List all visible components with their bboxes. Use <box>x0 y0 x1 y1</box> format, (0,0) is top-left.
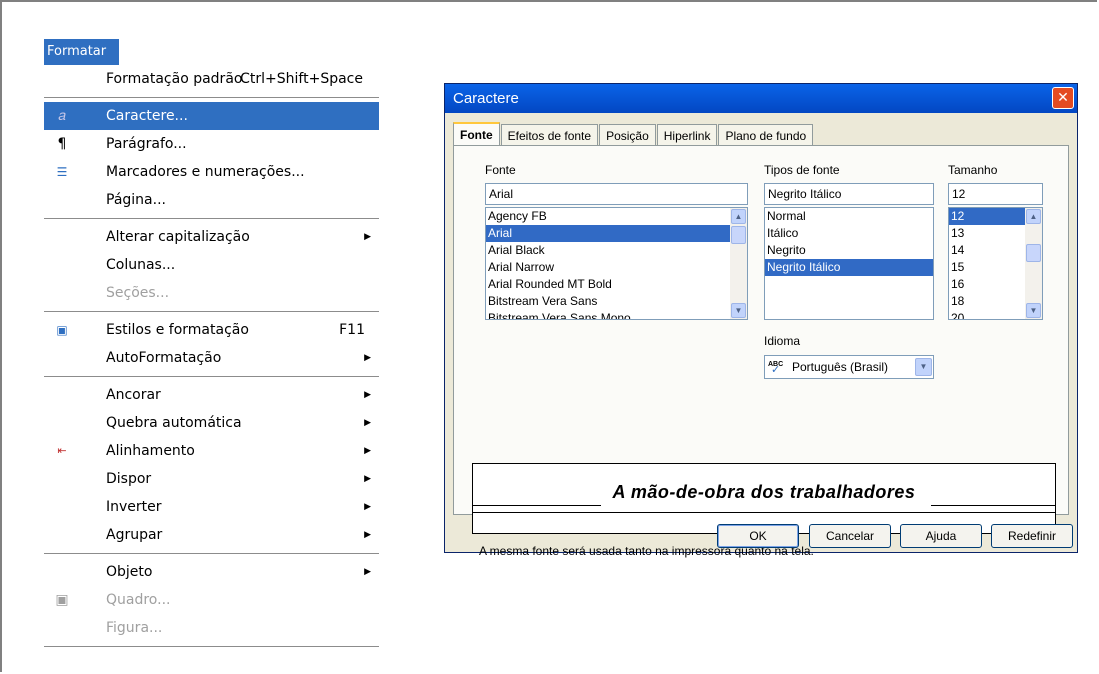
menu-item-paragraph[interactable]: ¶ Parágrafo... <box>44 130 379 158</box>
scroll-thumb[interactable] <box>1026 244 1041 262</box>
menu-item-styles-formatting[interactable]: ▣ Estilos e formatação F11 <box>44 316 379 344</box>
font-size-label: Tamanho <box>948 163 998 177</box>
submenu-arrow-icon: ▶ <box>364 232 371 242</box>
font-tab-panel: Fonte Arial Agency FB Arial Arial Black … <box>453 145 1069 558</box>
menu-item-bullets-numbering[interactable]: ☰ Marcadores e numerações... <box>44 158 379 186</box>
dialog-title: Caractere <box>453 90 519 107</box>
preview-text: A mão-de-obra dos trabalhadores <box>612 482 916 502</box>
preview-underline-left <box>473 505 601 506</box>
checkmark-icon: ✓ <box>771 364 781 376</box>
ok-button[interactable]: OK <box>717 524 799 548</box>
scroll-down-icon[interactable]: ▼ <box>731 303 746 318</box>
font-style-list[interactable]: Normal Itálico Negrito Negrito Itálico <box>764 207 934 320</box>
list-item[interactable]: Itálico <box>765 225 933 242</box>
list-item[interactable]: Arial Black <box>486 242 747 259</box>
menu-separator <box>44 376 379 377</box>
menu-item-picture: Figura... <box>106 620 163 636</box>
list-item[interactable]: Arial <box>486 225 747 242</box>
frame-icon: ▣ <box>55 592 69 608</box>
menu-separator <box>44 97 379 98</box>
menu-separator <box>44 311 379 312</box>
menu-item-alignment[interactable]: ⇤ Alinhamento ▶ <box>44 437 379 465</box>
character-icon: 𝑎 <box>58 108 66 124</box>
scroll-thumb[interactable] <box>731 226 746 244</box>
menu-item-wrap[interactable]: Quebra automática ▶ <box>44 409 379 437</box>
menu-item-page[interactable]: Página... <box>44 186 379 214</box>
cancel-button[interactable]: Cancelar <box>809 524 891 548</box>
menu-separator <box>44 218 379 219</box>
scroll-down-icon[interactable]: ▼ <box>1026 303 1041 318</box>
list-item[interactable]: Agency FB <box>486 208 747 225</box>
scroll-up-icon[interactable]: ▲ <box>1026 209 1041 224</box>
font-style-input[interactable]: Negrito Itálico <box>764 183 934 205</box>
alignment-icon: ⇤ <box>57 444 67 457</box>
chevron-down-icon[interactable]: ▼ <box>915 358 932 376</box>
menu-item-object[interactable]: Objeto ▶ <box>44 558 379 586</box>
language-select[interactable]: ABC ✓ Português (Brasil) ▼ <box>764 355 934 379</box>
menu-item-change-case[interactable]: Alterar capitalização ▶ <box>44 223 379 251</box>
submenu-arrow-icon: ▶ <box>364 418 371 428</box>
submenu-arrow-icon: ▶ <box>364 567 371 577</box>
character-dialog: Caractere ✕ Fonte Efeitos de fonte Posiç… <box>444 83 1078 558</box>
format-menu: Formatação padrão Ctrl+Shift+Space 𝑎 Car… <box>44 65 379 651</box>
submenu-arrow-icon: ▶ <box>364 530 371 540</box>
menu-item-columns[interactable]: Colunas... <box>44 251 379 279</box>
language-label: Idioma <box>764 334 801 348</box>
menu-title-formatar[interactable]: Formatar <box>44 39 119 65</box>
list-item[interactable]: Negrito Itálico <box>765 259 933 276</box>
menu-item-arrange[interactable]: Dispor ▶ <box>44 465 379 493</box>
list-item[interactable]: Bitstream Vera Sans <box>486 293 747 310</box>
reset-button[interactable]: Redefinir <box>991 524 1073 548</box>
close-icon[interactable]: ✕ <box>1052 87 1074 109</box>
submenu-arrow-icon: ▶ <box>364 446 371 456</box>
menu-item-anchor[interactable]: Ancorar ▶ <box>44 381 379 409</box>
help-button[interactable]: Ajuda <box>900 524 982 548</box>
font-name-list[interactable]: Agency FB Arial Arial Black Arial Narrow… <box>485 207 748 320</box>
menu-item-character[interactable]: 𝑎 Caractere... <box>44 102 379 130</box>
list-item[interactable]: Arial Narrow <box>486 259 747 276</box>
menu-item-default-formatting[interactable]: Formatação padrão Ctrl+Shift+Space <box>44 65 379 93</box>
submenu-arrow-icon: ▶ <box>364 390 371 400</box>
tab-background[interactable]: Plano de fundo <box>718 124 814 147</box>
menu-item-autoformat[interactable]: AutoFormatação ▶ <box>44 344 379 372</box>
font-name-input[interactable]: Arial <box>485 183 748 205</box>
font-style-label: Tipos de fonte <box>764 163 840 177</box>
tab-font-effects[interactable]: Efeitos de fonte <box>500 124 599 147</box>
font-size-input[interactable]: 12 <box>948 183 1043 205</box>
tab-strip: Fonte Efeitos de fonte Posição Hiperlink… <box>453 122 814 148</box>
bullets-icon: ☰ <box>56 165 68 179</box>
shortcut-label: Ctrl+Shift+Space <box>240 71 363 87</box>
list-item[interactable]: 12 <box>949 208 1025 225</box>
font-list-scrollbar[interactable]: ▲ ▼ <box>730 208 747 319</box>
submenu-arrow-icon: ▶ <box>364 502 371 512</box>
list-item[interactable]: Arial Rounded MT Bold <box>486 276 747 293</box>
tab-hyperlink[interactable]: Hiperlink <box>656 124 718 147</box>
paragraph-icon: ¶ <box>57 136 67 152</box>
menu-item-sections: Seções... <box>106 285 170 301</box>
list-item[interactable]: Bitstream Vera Sans Mono <box>486 310 747 319</box>
menu-separator <box>44 553 379 554</box>
dialog-titlebar[interactable]: Caractere <box>445 84 1077 113</box>
menu-item-flip[interactable]: Inverter ▶ <box>44 493 379 521</box>
scroll-up-icon[interactable]: ▲ <box>731 209 746 224</box>
list-item[interactable]: Normal <box>765 208 933 225</box>
submenu-arrow-icon: ▶ <box>364 353 371 363</box>
preview-underline-right <box>931 505 1055 506</box>
tab-position[interactable]: Posição <box>599 124 656 147</box>
submenu-arrow-icon: ▶ <box>364 474 371 484</box>
styles-icon: ▣ <box>56 323 68 337</box>
font-label: Fonte <box>485 163 516 177</box>
size-list-scrollbar[interactable]: ▲ ▼ <box>1025 208 1042 319</box>
menu-item-group[interactable]: Agrupar ▶ <box>44 521 379 549</box>
menu-separator <box>44 646 379 647</box>
menu-item-frame: ▣ Quadro... <box>44 586 379 614</box>
language-value: Português (Brasil) <box>792 360 889 374</box>
font-size-list[interactable]: 12 13 14 15 16 18 20 ▲ ▼ <box>948 207 1043 320</box>
list-item[interactable]: Negrito <box>765 242 933 259</box>
shortcut-label: F11 <box>339 322 365 338</box>
preview-baseline <box>473 512 1055 513</box>
